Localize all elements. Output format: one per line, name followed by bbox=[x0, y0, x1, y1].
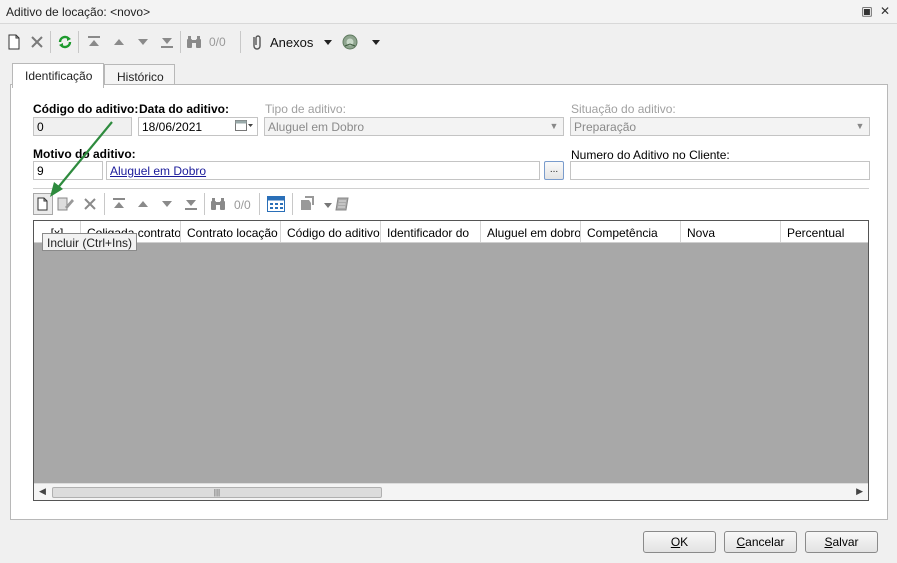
column-header-codigo[interactable]: Código do aditivo bbox=[281, 221, 381, 242]
situacao-label: Situação do aditivo: bbox=[571, 102, 676, 116]
first-icon[interactable] bbox=[84, 32, 104, 52]
situacao-value: Preparação bbox=[574, 120, 637, 134]
section-divider bbox=[33, 188, 869, 189]
main-toolbar: 0/0 Anexos bbox=[0, 28, 897, 56]
numero-field[interactable] bbox=[570, 161, 870, 180]
save-button[interactable]: Salvar bbox=[805, 531, 878, 553]
process-dropdown-icon[interactable] bbox=[366, 33, 386, 53]
toolbar-separator bbox=[292, 193, 293, 215]
data-label: Data do aditivo: bbox=[139, 102, 230, 116]
title-bar: Aditivo de locação: <novo> ▣ ✕ bbox=[0, 0, 897, 24]
close-icon[interactable]: ✕ bbox=[878, 4, 892, 18]
toolbar-separator bbox=[78, 31, 79, 53]
tipo-value: Aluguel em Dobro bbox=[268, 120, 365, 134]
column-header-competencia[interactable]: Competência bbox=[581, 221, 681, 242]
ok-button[interactable]: OK bbox=[643, 531, 716, 553]
anexos-label[interactable]: Anexos bbox=[270, 35, 313, 50]
horizontal-scrollbar[interactable]: ◀ ||| ▶ bbox=[34, 483, 868, 500]
column-header-aluguel-dobro[interactable]: Aluguel em dobro bbox=[481, 221, 581, 242]
toolbar-separator bbox=[180, 31, 181, 53]
previous-icon[interactable] bbox=[109, 32, 129, 52]
toolbar-separator bbox=[50, 31, 51, 53]
scroll-right-icon[interactable]: ▶ bbox=[856, 486, 863, 497]
column-header-identificador[interactable]: Identificador do bbox=[381, 221, 481, 242]
tab-identificacao[interactable]: Identificação bbox=[12, 63, 104, 88]
motivo-desc-link[interactable]: Aluguel em Dobro bbox=[110, 164, 206, 178]
data-field[interactable]: 18/06/2021 bbox=[138, 117, 258, 136]
cancel-mnemonic: C bbox=[736, 535, 746, 549]
record-counter: 0/0 bbox=[209, 35, 226, 49]
annotation-arrow bbox=[50, 121, 113, 197]
process-icon[interactable] bbox=[298, 194, 318, 214]
last-icon[interactable] bbox=[157, 32, 177, 52]
toolbar-separator bbox=[259, 193, 260, 215]
save-label-rest: alvar bbox=[832, 535, 859, 549]
toolbar-separator bbox=[204, 193, 205, 215]
grid-header: [x] Coligada contrato Contrato locação C… bbox=[34, 221, 868, 243]
motivo-lookup-button[interactable]: ... bbox=[544, 161, 564, 180]
new-icon[interactable] bbox=[4, 32, 24, 52]
codigo-label: Código do aditivo: bbox=[33, 102, 139, 116]
column-header-contrato[interactable]: Contrato locação bbox=[181, 221, 281, 242]
next-icon[interactable] bbox=[133, 32, 153, 52]
save-mnemonic: S bbox=[824, 535, 833, 549]
data-value: 18/06/2021 bbox=[142, 120, 203, 134]
calendar-icon[interactable] bbox=[235, 120, 253, 135]
grid-record-counter: 0/0 bbox=[234, 198, 251, 212]
window-title: Aditivo de locação: <novo> bbox=[6, 5, 151, 19]
report-icon[interactable] bbox=[332, 194, 352, 214]
scroll-left-icon[interactable]: ◀ bbox=[39, 486, 46, 497]
numero-label: Numero do Aditivo no Cliente: bbox=[571, 148, 730, 162]
attach-icon[interactable] bbox=[247, 32, 267, 52]
cancel-button[interactable]: Cancelar bbox=[724, 531, 797, 553]
refresh-icon[interactable] bbox=[55, 32, 75, 52]
tipo-combo: Aluguel em Dobro ▼ bbox=[264, 117, 564, 136]
process-icon[interactable] bbox=[340, 32, 360, 52]
aditivo-items-grid[interactable]: [x] Coligada contrato Contrato locação C… bbox=[33, 220, 869, 501]
find-icon[interactable] bbox=[184, 32, 204, 52]
previous-icon[interactable] bbox=[133, 194, 153, 214]
ok-mnemonic: O bbox=[670, 535, 681, 549]
situacao-combo: Preparação ▼ bbox=[570, 117, 870, 136]
column-header-percentual[interactable]: Percentual bbox=[781, 221, 868, 242]
chevron-down-icon: ▼ bbox=[855, 121, 865, 131]
anexos-dropdown-icon[interactable] bbox=[318, 33, 338, 53]
delete-icon[interactable] bbox=[27, 32, 47, 52]
scrollbar-thumb[interactable]: ||| bbox=[52, 487, 382, 498]
tipo-label: Tipo de aditivo: bbox=[265, 102, 346, 116]
restore-icon[interactable]: ▣ bbox=[860, 4, 874, 18]
ok-label-rest: K bbox=[680, 535, 689, 549]
find-icon[interactable] bbox=[208, 194, 228, 214]
grid-columns-icon[interactable] bbox=[266, 194, 286, 214]
next-icon[interactable] bbox=[157, 194, 177, 214]
include-tooltip: Incluir (Ctrl+Ins) bbox=[42, 233, 138, 251]
cancel-label-rest: ancelar bbox=[745, 535, 785, 549]
chevron-down-icon: ▼ bbox=[549, 121, 559, 131]
column-header-nova[interactable]: Nova bbox=[681, 221, 781, 242]
motivo-desc-field[interactable]: Aluguel em Dobro bbox=[106, 161, 540, 180]
last-icon[interactable] bbox=[181, 194, 201, 214]
toolbar-separator bbox=[240, 31, 241, 53]
